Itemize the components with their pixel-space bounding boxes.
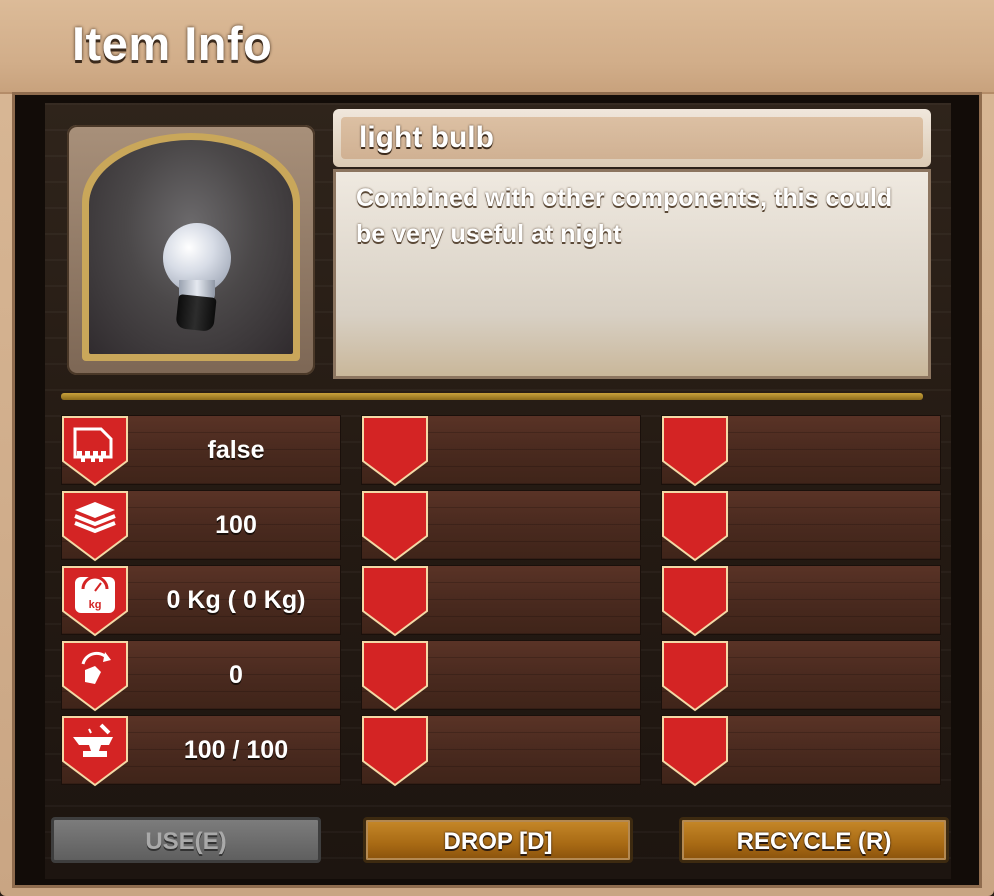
empty-stat-slot: [661, 415, 941, 487]
empty-stat-slot: [661, 640, 941, 712]
empty-badge-icon: [661, 640, 729, 712]
weight-icon: kg: [61, 565, 129, 637]
empty-badge-icon: [361, 640, 429, 712]
stat-row: false: [61, 415, 341, 487]
item-name: light bulb: [359, 121, 494, 154]
empty-badge-icon: [661, 715, 729, 787]
empty-stat-slot: [361, 490, 641, 562]
empty-badge-icon: [361, 490, 429, 562]
empty-badge-icon: [361, 415, 429, 487]
item-info-window: Item Info light bulb Combined with other…: [0, 0, 994, 896]
empty-badge-icon: [661, 415, 729, 487]
stat-row: kg 0 Kg ( 0 Kg): [61, 565, 341, 637]
stack-icon: [61, 490, 129, 562]
empty-stat-slot: [361, 565, 641, 637]
stat-value: false: [207, 436, 265, 464]
repair-icon: [61, 640, 129, 712]
empty-badge-icon: [661, 565, 729, 637]
item-portrait: [67, 125, 315, 375]
stat-value: 100: [215, 511, 257, 539]
content-frame: light bulb Combined with other component…: [12, 92, 982, 888]
divider: [61, 393, 923, 400]
use-button[interactable]: USE(E): [51, 817, 321, 863]
empty-badge-icon: [361, 715, 429, 787]
drop-button[interactable]: DROP [D]: [363, 817, 633, 863]
empty-stat-slot: [661, 715, 941, 787]
portrait-frame: [82, 133, 300, 361]
stat-value: 0: [229, 661, 243, 689]
item-name-box: light bulb: [333, 109, 931, 167]
spoil-icon: [61, 415, 129, 487]
recycle-button[interactable]: RECYCLE (R): [679, 817, 949, 863]
stat-row: 100 / 100: [61, 715, 341, 787]
empty-badge-icon: [661, 490, 729, 562]
content-panel: light bulb Combined with other component…: [45, 103, 951, 879]
item-description: Combined with other components, this cou…: [356, 184, 893, 248]
stat-row: 100: [61, 490, 341, 562]
empty-stat-slot: [361, 415, 641, 487]
item-description-box: Combined with other components, this cou…: [333, 169, 931, 379]
stat-value: 0 Kg ( 0 Kg): [166, 586, 306, 614]
window-title: Item Info: [72, 17, 273, 70]
empty-stat-slot: [661, 490, 941, 562]
anvil-icon: [61, 715, 129, 787]
empty-stat-slot: [361, 640, 641, 712]
title-bar: Item Info: [0, 0, 994, 94]
stat-value: 100 / 100: [183, 736, 289, 764]
portrait-background: [89, 140, 293, 354]
empty-stat-slot: [361, 715, 641, 787]
stat-row: 0: [61, 640, 341, 712]
empty-stat-slot: [661, 565, 941, 637]
svg-text:kg: kg: [89, 599, 102, 611]
empty-badge-icon: [361, 565, 429, 637]
